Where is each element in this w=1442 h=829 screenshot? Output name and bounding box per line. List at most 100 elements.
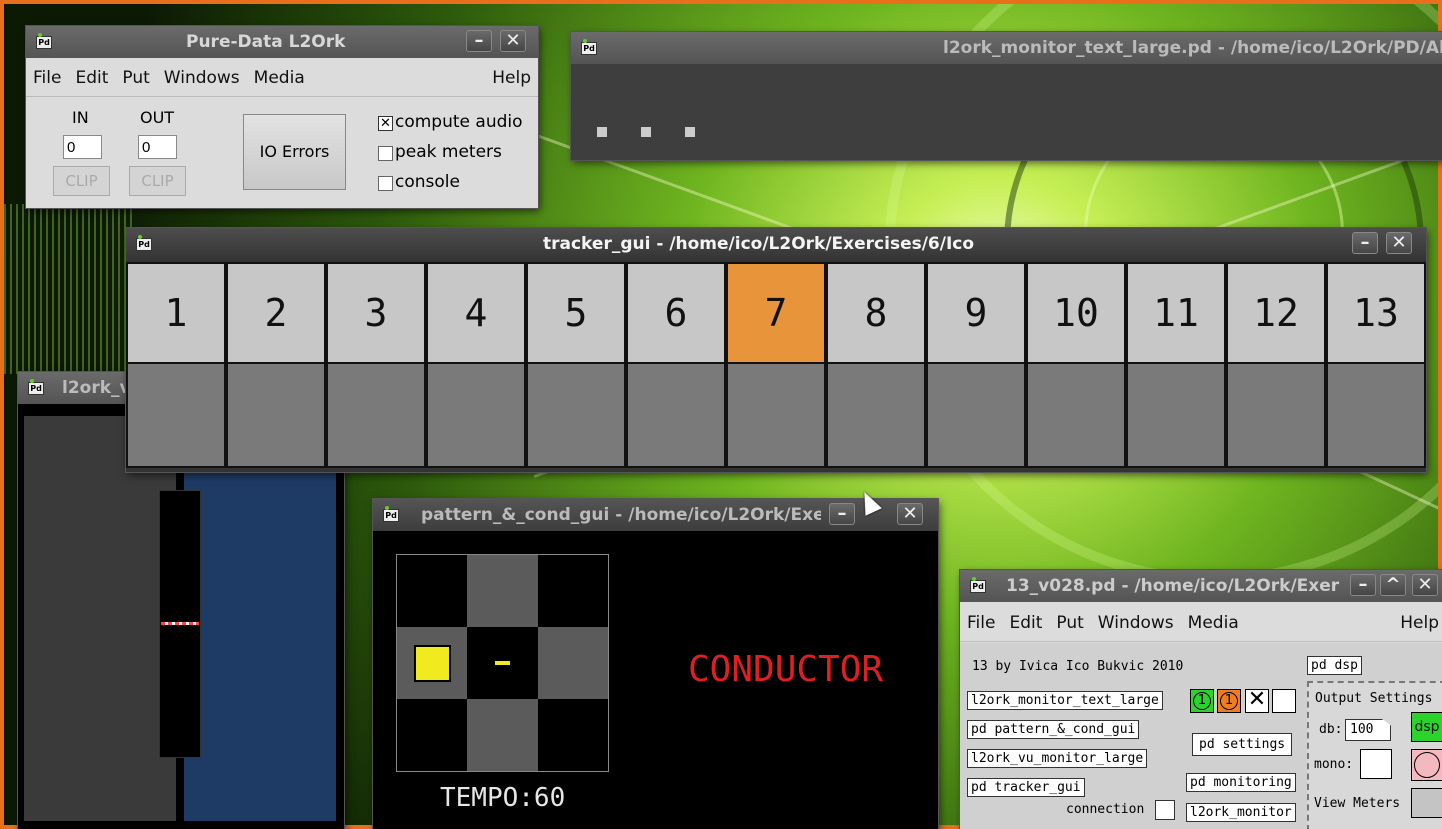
tracker-step-2[interactable]: 2: [226, 262, 326, 364]
tracker-slot-4[interactable]: [426, 362, 526, 468]
tracker-step-7[interactable]: 7: [726, 262, 826, 364]
tracker-step-8[interactable]: 8: [826, 262, 926, 364]
connection-label: connection: [1066, 802, 1145, 817]
pattern-cell: [467, 555, 538, 627]
close-icon[interactable]: ✕: [1412, 574, 1438, 596]
menu-media[interactable]: Media: [1181, 613, 1246, 633]
pattern-titlebar[interactable]: Pd pattern_&_cond_gui - /home/ico/L2Ork/…: [373, 499, 938, 531]
menu-bar: File Edit Put Windows Media Help: [960, 604, 1442, 642]
menu-put[interactable]: Put: [115, 68, 156, 88]
tracker-slot-9[interactable]: [926, 362, 1026, 468]
tracker-step-4[interactable]: 4: [426, 262, 526, 364]
tracker-step-13[interactable]: 13: [1326, 262, 1426, 364]
close-icon[interactable]: ✕: [1386, 232, 1412, 254]
beat-square: [414, 645, 451, 682]
compute-audio-checkbox[interactable]: ✕: [378, 116, 393, 131]
monitor-titlebar[interactable]: Pd l2ork_monitor_text_large.pd - /home/i…: [571, 32, 1442, 64]
menu-edit[interactable]: Edit: [68, 68, 115, 88]
tracker-step-6[interactable]: 6: [626, 262, 726, 364]
window-title: tracker_gui - /home/ico/L2Ork/Exercises/…: [543, 234, 975, 254]
close-icon[interactable]: ✕: [897, 503, 923, 525]
pattern-cell: [537, 627, 608, 699]
io-errors-button[interactable]: IO Errors: [243, 114, 346, 190]
credit-comment: 13 by Ivica Ico Bukvic 2010: [972, 659, 1184, 674]
tracker-slot-1[interactable]: [126, 362, 226, 468]
clip-out-button[interactable]: CLIP: [129, 166, 186, 196]
conductor-label: CONDUCTOR: [688, 649, 884, 690]
x-toggle[interactable]: ✕: [1245, 689, 1269, 713]
mono-toggle[interactable]: [1360, 749, 1392, 779]
menu-edit[interactable]: Edit: [1002, 613, 1049, 633]
tracker-step-9[interactable]: 9: [926, 262, 1026, 364]
window-title: pattern_&_cond_gui - /home/ico/L2Ork/Exe: [421, 505, 821, 525]
blank-toggle[interactable]: [1272, 689, 1296, 713]
connection-toggle[interactable]: [1155, 800, 1175, 820]
vu-left-panel: [24, 416, 176, 821]
tracker-slot-5[interactable]: [526, 362, 626, 468]
window-title: l2ork_v: [62, 378, 131, 398]
peak-meters-checkbox[interactable]: [378, 146, 393, 161]
monitor-dot: [685, 127, 695, 137]
tracker-step-10[interactable]: 10: [1026, 262, 1126, 364]
pattern-cell: [467, 627, 538, 699]
menu-help[interactable]: Help: [485, 68, 538, 88]
minimize-icon[interactable]: –: [466, 30, 492, 52]
minimize-icon[interactable]: –: [1350, 574, 1376, 596]
tracker-slot-10[interactable]: [1026, 362, 1126, 468]
tracker-slot-3[interactable]: [326, 362, 426, 468]
pd-dsp-object[interactable]: pd dsp: [1307, 656, 1362, 675]
pd-settings-object[interactable]: pd settings: [1192, 733, 1293, 756]
object-vu-monitor-large[interactable]: l2ork_vu_monitor_large: [967, 749, 1148, 768]
toggle-one-green[interactable]: 1: [1190, 689, 1214, 713]
menu-windows[interactable]: Windows: [157, 68, 247, 88]
dsp-toggle[interactable]: dsp: [1411, 712, 1442, 742]
tracker-step-11[interactable]: 11: [1126, 262, 1226, 364]
peak-meters-label: peak meters: [395, 142, 502, 162]
object-monitor-text-large[interactable]: l2ork_monitor_text_large: [967, 691, 1163, 710]
tracker-slot-2[interactable]: [226, 362, 326, 468]
tracker-slot-11[interactable]: [1126, 362, 1226, 468]
toggle-one-label: 1: [1193, 692, 1211, 710]
tracker-step-12[interactable]: 12: [1226, 262, 1326, 364]
minimize-icon[interactable]: –: [1352, 232, 1378, 254]
tracker-slot-12[interactable]: [1226, 362, 1326, 468]
clip-in-button[interactable]: CLIP: [53, 166, 110, 196]
view-meters-toggle[interactable]: [1411, 788, 1442, 818]
tracker-step-3[interactable]: 3: [326, 262, 426, 364]
monitor-dot: [597, 127, 607, 137]
tracker-slot-6[interactable]: [626, 362, 726, 468]
object-pattern-cond-gui[interactable]: pd pattern_&_cond_gui: [967, 720, 1140, 739]
tracker-step-1[interactable]: 1: [126, 262, 226, 364]
in-value-field[interactable]: [63, 135, 102, 159]
pd-app-icon: Pd: [136, 235, 152, 251]
pd-app-icon: Pd: [581, 39, 597, 55]
menu-file[interactable]: File: [26, 68, 68, 88]
pd-main-titlebar[interactable]: Pd Pure-Data L2Ork – ✕: [26, 26, 538, 58]
pd-monitoring-object[interactable]: pd monitoring: [1186, 773, 1296, 792]
minimize-icon[interactable]: –: [829, 503, 855, 525]
pd-app-icon: Pd: [28, 379, 44, 395]
menu-windows[interactable]: Windows: [1091, 613, 1181, 633]
pattern-cell: [397, 627, 468, 699]
out-value-field[interactable]: [138, 135, 177, 159]
toggle-one-orange[interactable]: 1: [1217, 689, 1241, 713]
maximize-icon[interactable]: ^: [1380, 574, 1406, 596]
menu-put[interactable]: Put: [1049, 613, 1090, 633]
tracker-step-5[interactable]: 5: [526, 262, 626, 364]
db-number-box[interactable]: 100: [1345, 719, 1391, 741]
tracker-slot-8[interactable]: [826, 362, 926, 468]
close-icon[interactable]: ✕: [500, 30, 526, 52]
menu-help[interactable]: Help: [1393, 613, 1442, 633]
tracker-titlebar[interactable]: Pd tracker_gui - /home/ico/L2Ork/Exercis…: [126, 228, 1426, 260]
toggle-one-label: 1: [1220, 692, 1238, 710]
menu-file[interactable]: File: [960, 613, 1002, 633]
dsp-bang[interactable]: [1411, 749, 1442, 781]
l2ork-monitor-object[interactable]: l2ork_monitor: [1186, 803, 1296, 822]
tracker-window: Pd tracker_gui - /home/ico/L2Ork/Exercis…: [126, 228, 1426, 472]
patch-titlebar[interactable]: Pd 13_v028.pd - /home/ico/L2Ork/Exer – ^…: [960, 570, 1442, 602]
object-tracker-gui[interactable]: pd tracker_gui: [967, 778, 1085, 797]
console-checkbox[interactable]: [378, 176, 393, 191]
menu-media[interactable]: Media: [247, 68, 312, 88]
tracker-slot-13[interactable]: [1326, 362, 1426, 468]
tracker-slot-7[interactable]: [726, 362, 826, 468]
